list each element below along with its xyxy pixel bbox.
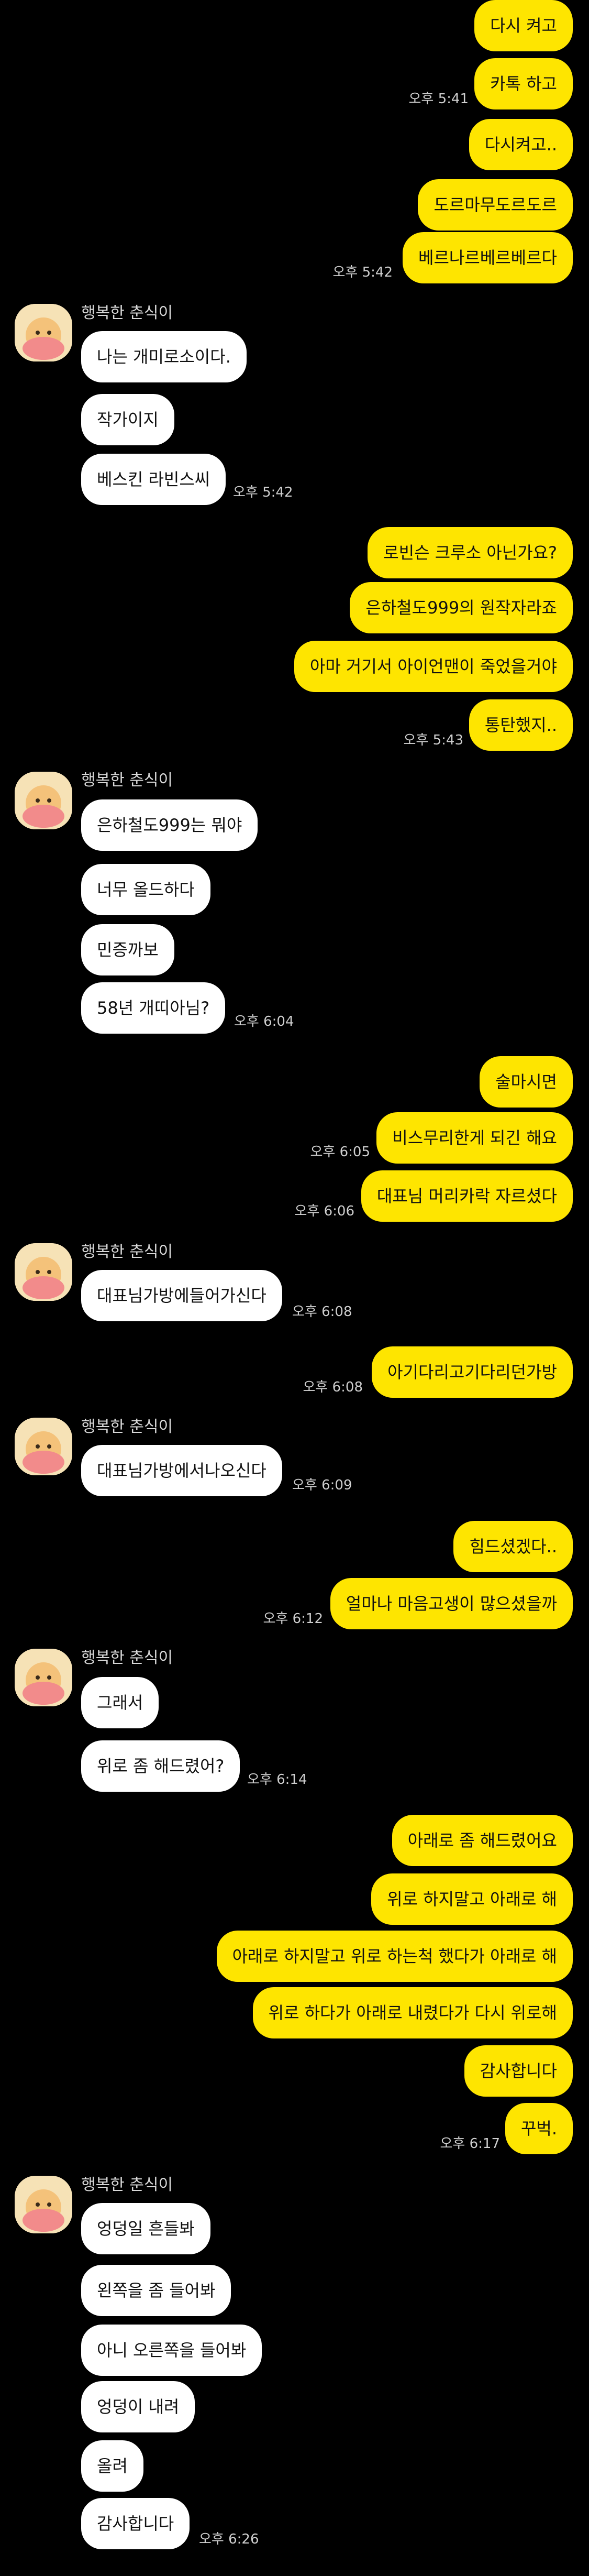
chunsik-avatar-icon[interactable] <box>15 2176 72 2233</box>
message-bubble[interactable]: 은하철도999의 원작자라죠 <box>350 582 573 633</box>
message-bubble[interactable]: 아래로 좀 해드렸어요 <box>392 1815 573 1866</box>
message-bubble[interactable]: 통탄했지.. <box>469 699 573 751</box>
message-bubble[interactable]: 왼쪽을 좀 들어봐 <box>81 2265 231 2316</box>
message-bubble[interactable]: 카톡 하고 <box>474 58 573 109</box>
sender-name: 행복한 춘식이 <box>81 304 173 322</box>
message-bubble[interactable]: 아니 오른쪽을 들어봐 <box>81 2325 262 2376</box>
message-bubble[interactable]: 작가이지 <box>81 394 174 445</box>
chunsik-avatar-icon[interactable] <box>15 1649 72 1706</box>
message-timestamp: 오후 6:04 <box>234 1014 294 1029</box>
message-bubble[interactable]: 술마시면 <box>480 1056 573 1108</box>
chunsik-avatar-icon[interactable] <box>15 304 72 361</box>
message-bubble[interactable]: 엉덩이 내려 <box>81 2381 195 2432</box>
message-bubble[interactable]: 올려 <box>81 2440 143 2492</box>
message-bubble[interactable]: 대표님 머리카락 자르셨다 <box>361 1170 573 1222</box>
message-bubble[interactable]: 비스무리한게 되긴 해요 <box>376 1112 573 1164</box>
sender-name: 행복한 춘식이 <box>81 2176 173 2194</box>
message-bubble[interactable]: 아마 거기서 아이언맨이 죽었을거야 <box>294 641 573 692</box>
message-timestamp: 오후 5:42 <box>332 265 393 280</box>
message-timestamp: 오후 5:43 <box>403 732 464 748</box>
message-timestamp: 오후 6:06 <box>294 1203 355 1219</box>
message-bubble[interactable]: 민증까보 <box>81 924 174 975</box>
message-bubble[interactable]: 위로 하지말고 아래로 해 <box>371 1873 573 1925</box>
message-bubble[interactable]: 로빈슨 크루소 아닌가요? <box>368 527 573 578</box>
message-timestamp: 오후 6:09 <box>292 1477 352 1493</box>
message-bubble[interactable]: 너무 올드하다 <box>81 864 210 915</box>
message-bubble[interactable]: 감사합니다 <box>81 2498 190 2549</box>
message-timestamp: 오후 6:14 <box>247 1772 307 1788</box>
message-bubble[interactable]: 얼마나 마음고생이 많으셨을까 <box>330 1578 573 1629</box>
message-bubble[interactable]: 도르마무도르도르 <box>418 179 573 231</box>
message-bubble[interactable]: 대표님가방에서나오신다 <box>81 1445 282 1496</box>
chunsik-avatar-icon[interactable] <box>15 772 72 829</box>
message-bubble[interactable]: 나는 개미로소이다. <box>81 331 247 382</box>
message-bubble[interactable]: 다시 켜고 <box>474 0 573 51</box>
message-timestamp: 오후 6:08 <box>292 1304 352 1320</box>
message-bubble[interactable]: 은하철도999는 뭐야 <box>81 799 258 851</box>
message-bubble[interactable]: 위로 좀 해드렸어? <box>81 1740 240 1792</box>
chunsik-avatar-icon[interactable] <box>15 1418 72 1475</box>
sender-name: 행복한 춘식이 <box>81 1418 173 1436</box>
message-timestamp: 오후 6:08 <box>303 1379 363 1395</box>
sender-name: 행복한 춘식이 <box>81 1649 173 1667</box>
message-timestamp: 오후 5:42 <box>233 485 293 500</box>
message-timestamp: 오후 5:41 <box>408 91 469 107</box>
sender-name: 행복한 춘식이 <box>81 771 173 790</box>
message-bubble[interactable]: 대표님가방에들어가신다 <box>81 1270 282 1321</box>
message-bubble[interactable]: 엉덩일 흔들봐 <box>81 2203 210 2254</box>
message-bubble[interactable]: 꾸벅. <box>505 2103 573 2154</box>
message-bubble[interactable]: 58년 개띠아님? <box>81 982 226 1034</box>
message-bubble[interactable]: 위로 하다가 아래로 내렸다가 다시 위로해 <box>252 1987 573 2038</box>
message-bubble[interactable]: 감사합니다 <box>464 2045 573 2097</box>
message-timestamp: 오후 6:17 <box>440 2136 501 2152</box>
message-timestamp: 오후 6:26 <box>199 2531 259 2547</box>
message-bubble[interactable]: 힘드셨겠다.. <box>453 1521 573 1572</box>
message-bubble[interactable]: 아기다리고기다리던가방 <box>372 1346 573 1398</box>
message-bubble[interactable]: 그래서 <box>81 1677 159 1728</box>
message-timestamp: 오후 6:12 <box>263 1611 324 1627</box>
sender-name: 행복한 춘식이 <box>81 1243 173 1261</box>
message-timestamp: 오후 6:05 <box>310 1144 371 1160</box>
message-bubble[interactable]: 다시켜고.. <box>469 119 573 170</box>
message-bubble[interactable]: 베르나르베르베르다 <box>403 232 573 283</box>
message-bubble[interactable]: 베스킨 라빈스씨 <box>81 454 226 505</box>
chunsik-avatar-icon[interactable] <box>15 1243 72 1301</box>
message-bubble[interactable]: 아래로 하지말고 위로 하는척 했다가 아래로 해 <box>216 1931 573 1982</box>
